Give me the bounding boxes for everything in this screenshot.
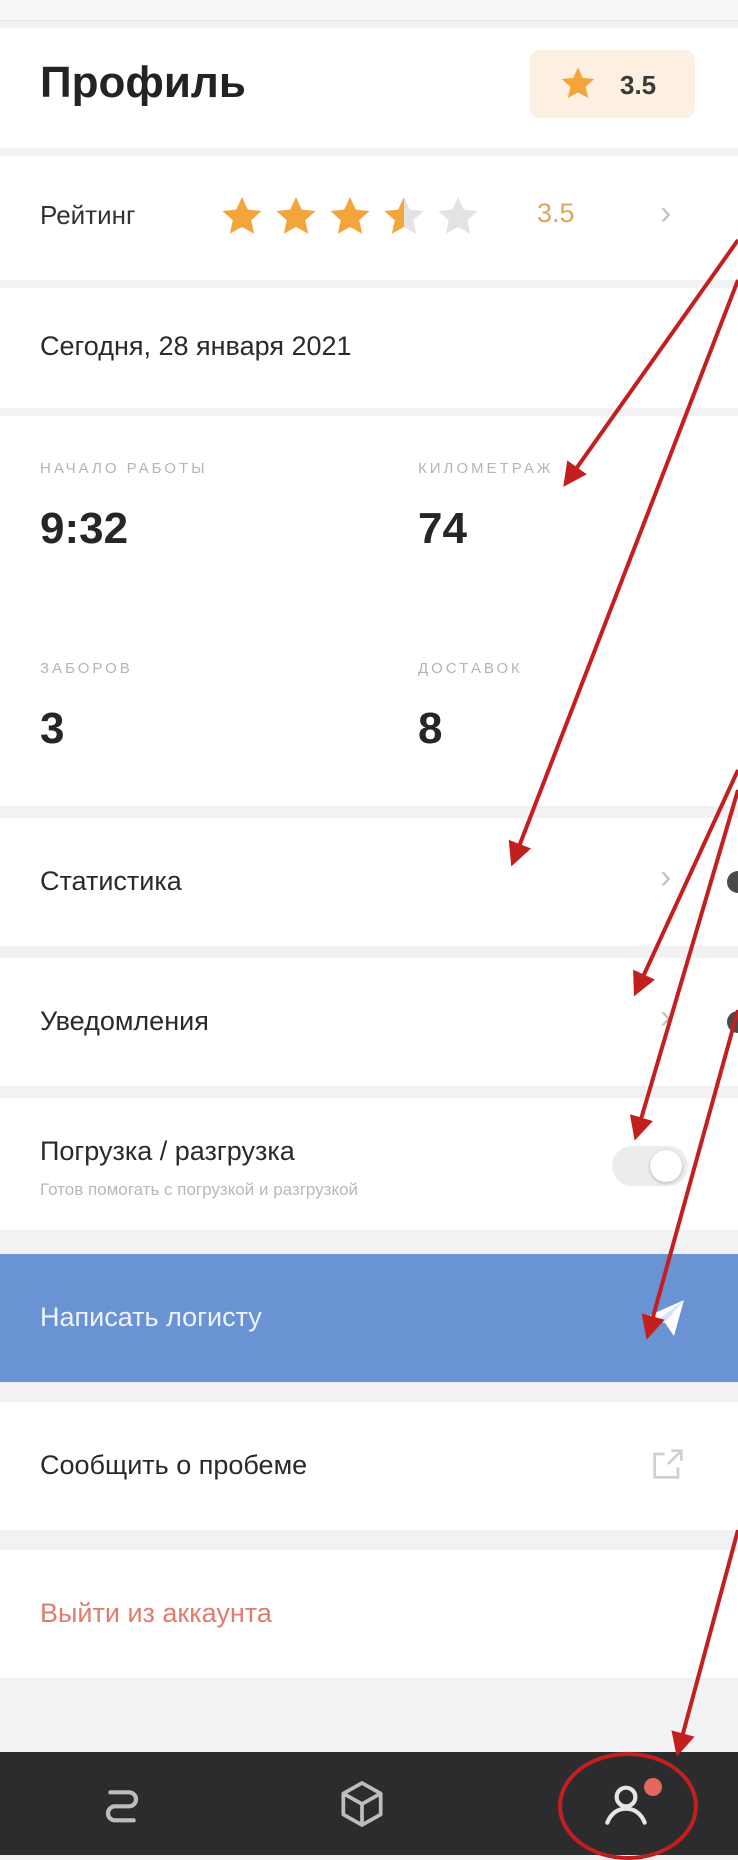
- rating-badge[interactable]: 3.5: [530, 50, 695, 118]
- menu-item-statistics[interactable]: Статистика ›: [0, 818, 738, 946]
- routes-icon[interactable]: [94, 1776, 150, 1832]
- stat-label-deliveries: Доставок: [418, 660, 523, 677]
- chevron-right-icon: ›: [660, 858, 672, 896]
- toggle-knob: [650, 1150, 682, 1182]
- menu-item-logout[interactable]: Выйти из аккаунта: [0, 1550, 738, 1678]
- menu-label-statistics: Статистика: [40, 866, 182, 896]
- send-icon: [646, 1300, 684, 1336]
- stat-label-mileage: Километраж: [418, 460, 554, 477]
- write-logist-label: Написать логисту: [40, 1302, 262, 1332]
- menu-label-report-problem: Сообщить о пробеме: [40, 1450, 308, 1480]
- star-icon: [561, 67, 595, 98]
- star-empty-icon: [438, 197, 478, 234]
- logout-label: Выйти из аккаунта: [40, 1598, 272, 1628]
- menu-item-notifications[interactable]: Уведомления ›: [0, 958, 738, 1086]
- external-link-icon: [653, 1449, 683, 1479]
- rating-label: Рейтинг: [40, 200, 136, 230]
- menu-label-loading: Погрузка / разгрузка: [40, 1136, 295, 1166]
- side-dot: [727, 871, 738, 893]
- stat-label-pickups: Заборов: [40, 660, 133, 677]
- chevron-right-icon: ›: [660, 194, 672, 232]
- today-date: Сегодня, 28 января 2021: [40, 331, 352, 361]
- stat-label-start: Начало работы: [40, 460, 208, 477]
- rating-stars: [222, 197, 478, 234]
- rating-row[interactable]: Рейтинг 3.5 ›: [0, 156, 738, 280]
- write-logist-button[interactable]: Написать логисту: [0, 1254, 738, 1382]
- stat-value-pickups: 3: [40, 704, 65, 753]
- rating-value: 3.5: [537, 198, 575, 228]
- date-row: Сегодня, 28 января 2021: [0, 288, 738, 408]
- star-half-icon: [384, 197, 424, 234]
- loading-toggle[interactable]: [612, 1146, 688, 1186]
- page-title: Профиль: [40, 58, 246, 107]
- star-icon: [222, 197, 262, 234]
- stat-value-mileage: 74: [418, 504, 467, 553]
- menu-item-report-problem[interactable]: Сообщить о пробеме: [0, 1402, 738, 1530]
- stats-block: Начало работы 9:32 Километраж 74 Заборов…: [0, 416, 738, 806]
- package-icon[interactable]: [334, 1776, 390, 1832]
- chevron-right-icon: ›: [660, 998, 672, 1036]
- annotation-circle: [558, 1752, 698, 1860]
- menu-sublabel-loading: Готов помогать с погрузкой и разгрузкой: [40, 1180, 359, 1199]
- menu-label-notifications: Уведомления: [40, 1006, 209, 1036]
- profile-header: Профиль 3.5: [0, 28, 738, 148]
- star-icon: [330, 197, 370, 234]
- side-dot: [727, 1011, 738, 1033]
- stat-value-deliveries: 8: [418, 704, 443, 753]
- rating-badge-value: 3.5: [620, 70, 657, 100]
- menu-item-loading[interactable]: Погрузка / разгрузка Готов помогать с по…: [0, 1098, 738, 1230]
- stat-value-start: 9:32: [40, 504, 129, 553]
- star-icon: [276, 197, 316, 234]
- top-strip: [0, 0, 738, 21]
